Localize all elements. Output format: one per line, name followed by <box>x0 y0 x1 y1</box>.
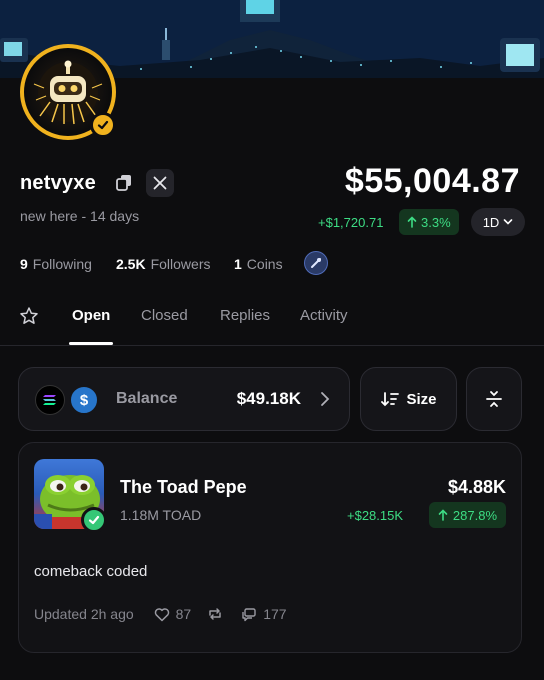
solana-coin-icon <box>35 385 65 415</box>
like-count: 87 <box>175 606 192 622</box>
sort-label: Size <box>406 390 437 408</box>
profile-bio: new here - 14 days <box>20 208 140 224</box>
heart-icon <box>154 607 169 621</box>
position-comment: comeback coded <box>34 563 148 580</box>
position-pct: 287.8% <box>452 507 497 523</box>
like-button[interactable]: 87 <box>154 606 192 622</box>
star-icon[interactable] <box>19 306 39 326</box>
followers-label: Followers <box>150 256 211 272</box>
time-range-label: 1D <box>482 214 500 230</box>
net-worth-value: $55,004.87 <box>344 162 520 200</box>
position-pct-badge: 287.8% <box>428 502 506 528</box>
reply-icon <box>242 607 256 621</box>
collapse-button[interactable] <box>466 367 522 431</box>
time-range-select[interactable]: 1D <box>471 208 525 236</box>
following-count: 9 <box>20 256 28 272</box>
check-icon <box>88 515 100 525</box>
coins-stat[interactable]: 1 Coins <box>234 256 283 272</box>
tab-replies[interactable]: Replies <box>220 307 270 324</box>
position-card[interactable]: The Toad Pepe 1.18M TOAD $4.88K +$28.15K… <box>18 442 522 653</box>
check-icon <box>97 120 109 130</box>
token-verified-badge <box>81 507 107 533</box>
usdc-symbol: $ <box>79 391 89 409</box>
following-label: Following <box>32 256 92 272</box>
arrow-up-icon <box>438 509 448 521</box>
chain-badge-icon[interactable] <box>304 251 328 275</box>
coins-label: Coins <box>246 256 283 272</box>
repost-button[interactable] <box>207 606 223 622</box>
x-logo-icon <box>153 176 167 190</box>
active-tab-indicator <box>69 342 113 345</box>
verified-badge <box>90 112 116 138</box>
tab-activity[interactable]: Activity <box>300 307 348 324</box>
coins-count: 1 <box>234 256 242 272</box>
profile-avatar[interactable] <box>20 44 116 140</box>
tab-closed[interactable]: Closed <box>141 307 188 324</box>
username: netvyxe <box>20 172 96 194</box>
followers-stat[interactable]: 2.5K Followers <box>116 256 210 272</box>
reply-count: 177 <box>263 606 287 622</box>
net-worth-pnl: +$1,720.71 <box>318 215 384 230</box>
balance-label: Balance <box>116 390 178 407</box>
position-footer: Updated 2h ago 87 177 <box>34 606 287 622</box>
copy-icon[interactable] <box>114 172 134 192</box>
balance-value: $49.18K <box>236 389 301 408</box>
sort-icon <box>381 392 400 407</box>
x-profile-link[interactable] <box>146 169 174 197</box>
chevron-right-icon <box>319 391 331 407</box>
followers-count: 2.5K <box>116 256 146 272</box>
net-worth-pct: 3.3% <box>421 214 451 230</box>
net-worth-pct-badge: 3.3% <box>399 209 459 235</box>
position-value: $4.88K <box>447 477 506 497</box>
repost-icon <box>209 608 221 620</box>
tab-open[interactable]: Open <box>72 307 110 324</box>
updated-timestamp: Updated 2h ago <box>34 606 134 622</box>
arrow-up-icon <box>407 216 417 228</box>
sort-size-button[interactable]: Size <box>360 367 457 431</box>
position-pnl: +$28.15K <box>347 508 404 523</box>
token-amount: 1.18M TOAD <box>120 507 202 523</box>
filter-icon <box>486 391 502 407</box>
token-name: The Toad Pepe <box>120 477 247 497</box>
usdc-coin-icon: $ <box>69 385 99 415</box>
reply-button[interactable]: 177 <box>241 606 287 622</box>
chevron-down-icon <box>504 219 513 225</box>
balance-button[interactable]: $ Balance $49.18K <box>18 367 350 431</box>
following-stat[interactable]: 9 Following <box>20 256 92 272</box>
